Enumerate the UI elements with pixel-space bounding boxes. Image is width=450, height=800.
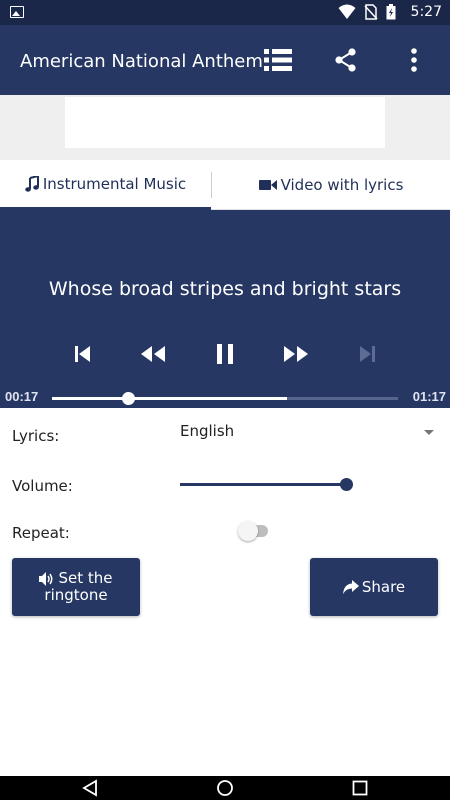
- lyrics-language-value: English: [180, 422, 235, 440]
- battery-charging-icon: [386, 4, 396, 20]
- no-sim-icon: [364, 4, 378, 20]
- home-icon[interactable]: [216, 779, 234, 797]
- clock: 5:27: [410, 4, 442, 20]
- seek-buffered: [52, 397, 288, 400]
- wifi-icon: [338, 4, 356, 19]
- navigation-bar: [0, 776, 450, 800]
- status-bar: 5:27: [0, 0, 450, 25]
- more-vert-icon: [411, 48, 417, 72]
- seek-bar[interactable]: [52, 392, 398, 405]
- share-button[interactable]: Share: [310, 558, 438, 616]
- music-note-icon: [25, 175, 39, 192]
- ad-banner[interactable]: [65, 97, 385, 148]
- rewind-icon: [141, 346, 165, 362]
- set-ringtone-button[interactable]: Set the ringtone: [12, 558, 140, 616]
- lyrics-language-select[interactable]: English: [180, 420, 438, 448]
- switch-knob: [238, 521, 258, 541]
- repeat-switch[interactable]: [238, 521, 270, 541]
- list-button[interactable]: [262, 45, 294, 75]
- tab-label: Instrumental Music: [42, 174, 187, 193]
- lyrics-label: Lyrics:: [12, 427, 60, 445]
- player-panel: Whose broad stripes and bright stars 00:…: [0, 210, 450, 408]
- tab-label: Video with lyrics: [280, 176, 404, 194]
- seek-thumb[interactable]: [122, 392, 136, 405]
- skip-next-button[interactable]: [352, 342, 382, 366]
- repeat-label: Repeat:: [12, 524, 70, 542]
- image-icon: [10, 6, 24, 18]
- volume-label: Volume:: [12, 477, 73, 495]
- rewind-button[interactable]: [138, 342, 168, 366]
- fast-forward-icon: [284, 346, 308, 362]
- back-icon[interactable]: [81, 779, 99, 797]
- ringtone-label-line2: ringtone: [44, 586, 108, 604]
- share-app-button[interactable]: [330, 45, 362, 75]
- pause-button[interactable]: [210, 342, 240, 366]
- total-duration: 01:17: [412, 389, 446, 404]
- ringtone-label-line1: Set the: [58, 569, 113, 587]
- skip-next-icon: [360, 346, 375, 362]
- recents-icon[interactable]: [351, 779, 369, 797]
- volume-slider[interactable]: [180, 478, 353, 491]
- elapsed-time: 00:17: [5, 389, 39, 404]
- current-lyric-line: Whose broad stripes and bright stars: [48, 278, 402, 300]
- seek-row: 00:17 01:17: [0, 388, 450, 408]
- videocam-icon: [258, 180, 277, 190]
- dropdown-arrow-icon: [424, 430, 434, 435]
- fast-forward-button[interactable]: [281, 342, 311, 366]
- reply-share-icon: [342, 580, 359, 594]
- pause-icon: [217, 344, 233, 364]
- volume-thumb[interactable]: [340, 478, 353, 491]
- app-bar: American National Anthem: [0, 25, 450, 95]
- tab-instrumental-music[interactable]: Instrumental Music: [0, 160, 211, 210]
- share-icon: [335, 48, 356, 72]
- app-title: American National Anthem: [20, 51, 263, 72]
- overflow-menu-button[interactable]: [398, 45, 430, 75]
- skip-previous-button[interactable]: [68, 342, 98, 366]
- system-icons: [338, 4, 396, 20]
- list-icon: [264, 49, 292, 71]
- tab-bar: Instrumental Music Video with lyrics: [0, 160, 450, 210]
- volume-up-icon: [39, 571, 53, 586]
- playback-controls: [0, 342, 450, 366]
- skip-previous-icon: [75, 346, 90, 362]
- share-label: Share: [361, 577, 406, 596]
- tab-video-with-lyrics[interactable]: Video with lyrics: [212, 160, 450, 210]
- ad-banner-area: [0, 95, 450, 160]
